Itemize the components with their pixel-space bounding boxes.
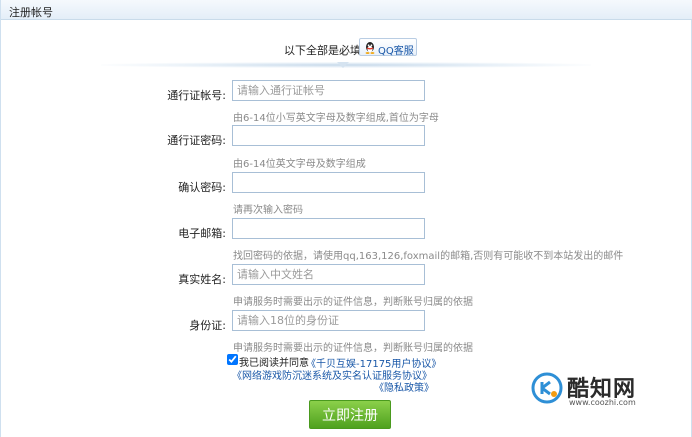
registration-page: 注册帐号 以下全部是必填项 QQ客服 通行证帐号: 由6-14位小写英文字母及数…	[0, 0, 692, 437]
password-hint: 由6-14位英文字母及数字组成	[233, 159, 366, 170]
watermark: 酷知网 www.coozhi.com	[529, 370, 689, 410]
watermark-url: www.coozhi.com	[569, 398, 636, 407]
confirm-password-label: 确认密码:	[178, 181, 226, 194]
title-bar: 注册帐号	[1, 0, 692, 20]
confirm-password-hint: 请再次输入密码	[233, 205, 303, 216]
email-label: 电子邮箱:	[178, 227, 226, 240]
agreement-checkbox[interactable]	[227, 354, 238, 365]
account-input[interactable]	[232, 80, 425, 101]
real-name-label: 真实姓名:	[178, 273, 226, 286]
account-label: 通行证帐号:	[167, 89, 226, 102]
account-hint: 由6-14位小写英文字母及数字组成,首位为字母	[233, 113, 439, 124]
required-notice: 以下全部是必填项 QQ客服	[1, 38, 692, 58]
email-hint: 找回密码的依据，请使用qq,163,126,foxmail的邮箱,否则有可能收不…	[233, 251, 624, 262]
qq-service-button[interactable]: QQ客服	[359, 38, 417, 57]
password-input[interactable]	[232, 125, 425, 146]
password-label: 通行证密码:	[167, 134, 226, 147]
id-card-hint: 申请服务时需要出示的证件信息，判断账号归属的依据	[233, 343, 473, 354]
page-title: 注册帐号	[9, 6, 53, 19]
privacy-policy-link[interactable]: 《隐私政策》	[374, 379, 434, 394]
register-submit-button[interactable]: 立即注册	[309, 400, 391, 429]
qq-service-label: QQ客服	[378, 46, 414, 57]
confirm-password-input[interactable]	[232, 172, 425, 193]
id-card-input[interactable]	[232, 310, 425, 331]
real-name-hint: 申请服务时需要出示的证件信息，判断账号归属的依据	[233, 297, 473, 308]
qq-penguin-icon	[365, 42, 375, 54]
id-card-label: 身份证:	[189, 319, 226, 332]
real-name-input[interactable]	[232, 264, 425, 285]
coozhi-logo-icon	[531, 372, 563, 404]
divider-arrow-icon	[337, 62, 349, 68]
email-input[interactable]	[232, 218, 425, 239]
